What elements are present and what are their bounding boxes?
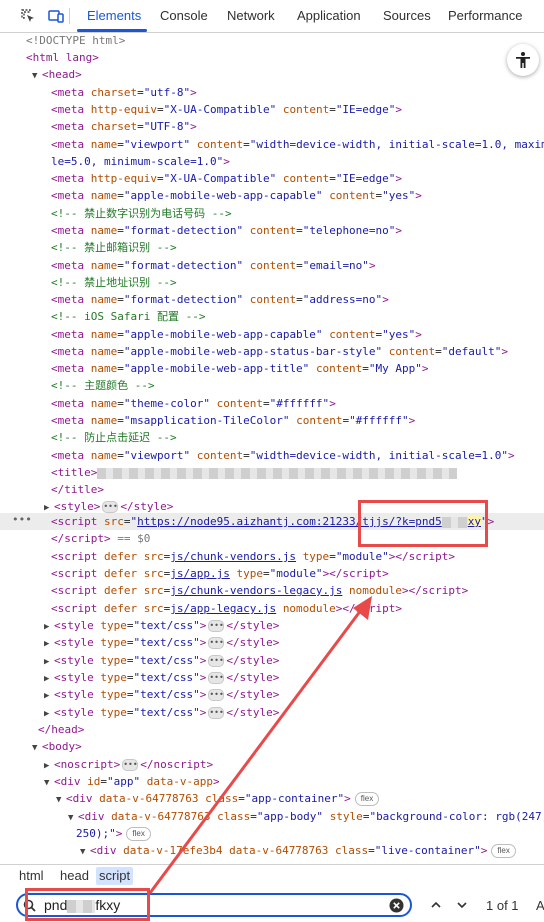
- dom-line[interactable]: <meta name="format-detection" content="a…: [51, 291, 389, 308]
- accessibility-button[interactable]: [507, 44, 539, 76]
- annotation-box-script: [358, 500, 488, 547]
- expand-triangle-icon[interactable]: ▼: [32, 68, 42, 85]
- dom-line[interactable]: <script defer src=js/app-legacy.js nomod…: [51, 600, 402, 617]
- dom-line[interactable]: <script defer src=js/chunk-vendors.js ty…: [51, 548, 455, 565]
- dom-line[interactable]: le=5.0, minimum-scale=1.0">: [51, 153, 230, 170]
- dom-line[interactable]: <meta name="format-detection" content="t…: [51, 222, 402, 239]
- tab-console[interactable]: Console: [160, 0, 208, 32]
- title-node[interactable]: <title>: [51, 464, 458, 481]
- comment-line[interactable]: <!-- iOS Safari 配置 -->: [51, 308, 205, 325]
- breadcrumb-head[interactable]: head: [57, 867, 92, 885]
- tab-performance[interactable]: Performance: [448, 0, 522, 32]
- dom-line[interactable]: <meta http-equiv="X-UA-Compatible" conte…: [51, 170, 402, 187]
- head-node[interactable]: ▼ <head>: [32, 66, 82, 83]
- head-close[interactable]: </head>: [38, 721, 84, 738]
- dom-line[interactable]: <meta name="format-detection" content="e…: [51, 257, 376, 274]
- more-options-icon[interactable]: •••: [12, 513, 32, 526]
- comment-line[interactable]: <!-- 主题颜色 -->: [51, 377, 155, 394]
- inspect-element-icon[interactable]: [18, 6, 38, 26]
- app-body-node[interactable]: ▼ <div data-v-64778763 class="app-body" s…: [68, 808, 544, 825]
- dom-line[interactable]: <meta name="viewport" content="width=dev…: [51, 136, 544, 153]
- tab-sources[interactable]: Sources: [383, 0, 431, 32]
- dom-line[interactable]: <meta http-equiv="X-UA-Compatible" conte…: [51, 101, 402, 118]
- redacted-title-text: [97, 467, 458, 479]
- comment-line[interactable]: <!-- 禁止数字识别为电话号码 -->: [51, 205, 232, 222]
- toolbar-separator: [69, 8, 70, 24]
- dom-line[interactable]: <meta charset="UTF-8">: [51, 118, 197, 135]
- doctype-node[interactable]: <!DOCTYPE html>: [26, 32, 125, 49]
- tab-application[interactable]: Application: [297, 0, 361, 32]
- dom-line[interactable]: <meta name="apple-mobile-web-app-status-…: [51, 343, 508, 360]
- breadcrumb: html head script: [0, 864, 544, 887]
- tab-elements[interactable]: Elements: [87, 0, 141, 32]
- dom-line[interactable]: <meta name="apple-mobile-web-app-capable…: [51, 326, 422, 343]
- comment-line[interactable]: <!-- 防止点击延迟 -->: [51, 429, 177, 446]
- next-match-icon[interactable]: [456, 899, 468, 911]
- search-option-toggle[interactable]: A: [536, 898, 544, 912]
- dom-tree: <!DOCTYPE html> <html lang> ▼ <head> <met…: [0, 32, 544, 862]
- dom-line[interactable]: <meta name="msapplication-TileColor" con…: [51, 412, 415, 429]
- style-node[interactable]: ▶ <style type="text/css"> ••• </style>: [44, 634, 279, 651]
- breadcrumb-script[interactable]: script: [96, 867, 134, 885]
- script-close[interactable]: </script> == $0: [51, 530, 150, 547]
- live-container-node[interactable]: ▼ <div data-v-17efe3b4 data-v-64778763 cl…: [80, 842, 516, 859]
- previous-match-icon[interactable]: [430, 899, 442, 911]
- style-node[interactable]: ▶ <style type="text/css"> ••• </style>: [44, 652, 279, 669]
- flex-badge[interactable]: flex: [126, 827, 151, 841]
- app-body-cont[interactable]: 250);"> flex: [76, 825, 151, 842]
- dom-line[interactable]: <meta charset="utf-8">: [51, 84, 197, 101]
- comment-line[interactable]: <!-- 禁止邮箱识别 -->: [51, 239, 177, 256]
- dom-line[interactable]: <script defer src=js/chunk-vendors-legac…: [51, 582, 468, 599]
- devtools-toolbar: Elements Console Network Application Sou…: [0, 0, 544, 33]
- app-container-node[interactable]: ▼ <div data-v-64778763 class="app-contain…: [56, 790, 380, 807]
- clear-search-icon[interactable]: [389, 898, 404, 913]
- breadcrumb-html[interactable]: html: [16, 867, 47, 885]
- comment-line[interactable]: <!-- 禁止地址识别 -->: [51, 274, 177, 291]
- dom-line[interactable]: <meta name="theme-color" content="#fffff…: [51, 395, 336, 412]
- body-node[interactable]: ▼ <body>: [32, 738, 82, 755]
- app-div-node[interactable]: ▼ <div id="app" data-v-app>: [44, 773, 220, 790]
- style-node[interactable]: ▶ <style type="text/css"> ••• </style>: [44, 704, 279, 721]
- collapsed-content-icon[interactable]: •••: [102, 501, 119, 513]
- dom-line[interactable]: <script defer src=js/app.js type="module…: [51, 565, 389, 582]
- style-node[interactable]: ▶ <style type="text/css"> ••• </style>: [44, 617, 279, 634]
- match-count: 1 of 1: [486, 898, 519, 913]
- title-close[interactable]: </title>: [51, 481, 104, 498]
- style-node[interactable]: ▶ <style type="text/css"> ••• </style>: [44, 686, 279, 703]
- dom-line[interactable]: <meta name="viewport" content="width=dev…: [51, 447, 515, 464]
- noscript-node[interactable]: ▶ <noscript> ••• </noscript>: [44, 756, 213, 773]
- dom-line[interactable]: <meta name="apple-mobile-web-app-title" …: [51, 360, 429, 377]
- accessibility-icon: [516, 52, 530, 68]
- flex-badge[interactable]: flex: [491, 844, 516, 858]
- tab-network[interactable]: Network: [227, 0, 275, 32]
- style-node[interactable]: ▶ <style type="text/css"> ••• </style>: [44, 669, 279, 686]
- dom-line[interactable]: <meta name="apple-mobile-web-app-capable…: [51, 187, 422, 204]
- annotation-box-search: [25, 888, 150, 921]
- device-toolbar-icon[interactable]: [46, 6, 66, 26]
- flex-badge[interactable]: flex: [354, 792, 380, 806]
- html-node[interactable]: <html lang>: [26, 49, 99, 66]
